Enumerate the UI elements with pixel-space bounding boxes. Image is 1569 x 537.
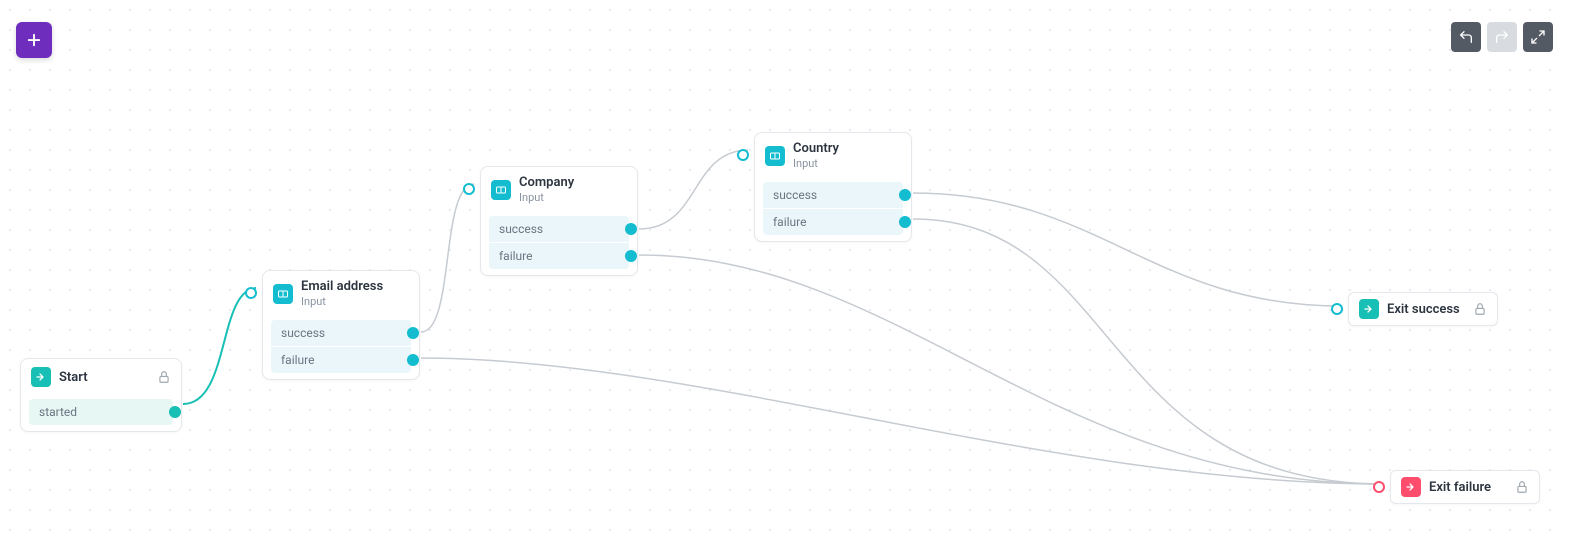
undo-button[interactable] (1451, 22, 1481, 52)
input-port[interactable] (1373, 481, 1385, 493)
output-port[interactable] (407, 354, 419, 366)
add-node-button[interactable] (16, 22, 52, 58)
fullscreen-button[interactable] (1523, 22, 1553, 52)
node-exit-failure[interactable]: Exit failure (1390, 470, 1540, 504)
node-header: Start (21, 359, 181, 395)
flow-canvas[interactable]: Start started Email address Input succes… (0, 0, 1569, 537)
output-success[interactable]: success (763, 182, 903, 208)
output-success[interactable]: success (271, 320, 411, 346)
redo-icon (1494, 29, 1510, 45)
node-header: Country Input (755, 133, 911, 178)
output-success[interactable]: success (489, 216, 629, 242)
output-port[interactable] (899, 216, 911, 228)
node-header: Email address Input (263, 271, 419, 316)
lock-icon (1515, 480, 1529, 494)
node-outputs: started (21, 395, 181, 431)
input-icon (273, 284, 293, 304)
expand-icon (1530, 29, 1546, 45)
node-country[interactable]: Country Input success failure (754, 132, 912, 242)
output-port[interactable] (169, 406, 181, 418)
output-port[interactable] (407, 327, 419, 339)
node-outputs: success failure (481, 212, 637, 275)
output-port[interactable] (899, 189, 911, 201)
undo-icon (1458, 29, 1474, 45)
redo-button (1487, 22, 1517, 52)
input-icon (765, 146, 785, 166)
node-start[interactable]: Start started (20, 358, 182, 432)
node-title: Start (59, 370, 149, 385)
node-title: Country (793, 141, 901, 156)
node-outputs: success failure (755, 178, 911, 241)
node-title: Email address (301, 279, 409, 294)
node-outputs: success failure (263, 316, 419, 379)
node-email[interactable]: Email address Input success failure (262, 270, 420, 380)
output-label: failure (499, 249, 532, 263)
output-started[interactable]: started (29, 399, 173, 425)
output-label: success (499, 222, 543, 236)
output-label: started (39, 405, 77, 419)
plus-icon (25, 31, 43, 49)
node-header: Company Input (481, 167, 637, 212)
exit-success-icon (1359, 299, 1379, 319)
output-label: success (773, 188, 817, 202)
input-port[interactable] (463, 183, 475, 195)
output-port[interactable] (625, 223, 637, 235)
node-title: Company (519, 175, 627, 190)
start-icon (31, 367, 51, 387)
input-icon (491, 180, 511, 200)
node-title: Exit failure (1429, 480, 1507, 495)
node-title: Exit success (1387, 302, 1465, 317)
input-port[interactable] (245, 287, 257, 299)
output-label: failure (773, 215, 806, 229)
node-subtitle: Input (301, 295, 409, 308)
exit-failure-icon (1401, 477, 1421, 497)
output-label: failure (281, 353, 314, 367)
connectors-layer (0, 0, 1569, 537)
output-port[interactable] (625, 250, 637, 262)
output-failure[interactable]: failure (763, 209, 903, 235)
lock-icon (1473, 302, 1487, 316)
node-subtitle: Input (793, 157, 901, 170)
node-exit-success[interactable]: Exit success (1348, 292, 1498, 326)
input-port[interactable] (1331, 303, 1343, 315)
output-failure[interactable]: failure (489, 243, 629, 269)
lock-icon (157, 370, 171, 384)
output-label: success (281, 326, 325, 340)
input-port[interactable] (737, 149, 749, 161)
node-subtitle: Input (519, 191, 627, 204)
node-company[interactable]: Company Input success failure (480, 166, 638, 276)
canvas-toolbar (1451, 22, 1553, 52)
output-failure[interactable]: failure (271, 347, 411, 373)
